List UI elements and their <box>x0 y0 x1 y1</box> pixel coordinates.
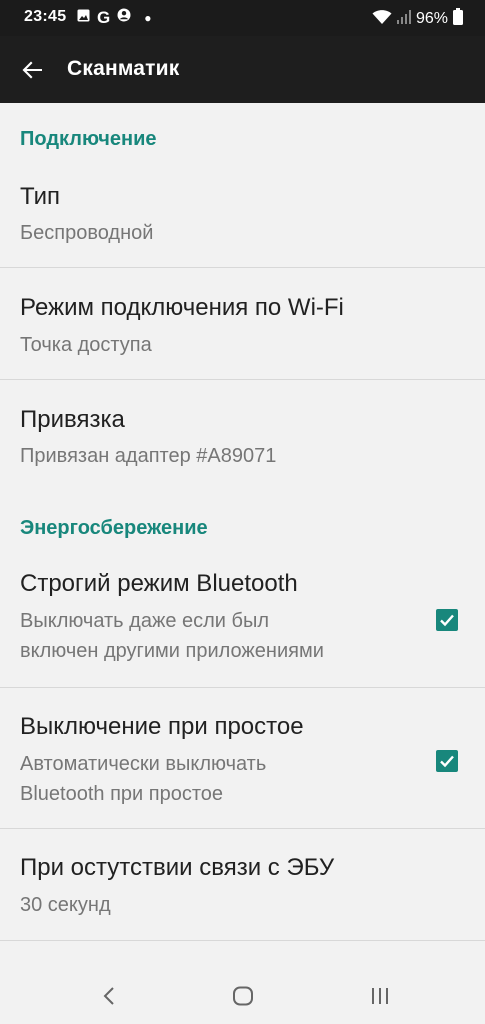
pref-connection-type[interactable]: Тип Беспроводной <box>0 167 485 268</box>
pref-title: Строгий режим Bluetooth <box>20 570 298 597</box>
pref-title: Выключение при простое <box>20 713 304 740</box>
page-title: Сканматик <box>67 57 180 80</box>
wifi-icon <box>372 9 392 30</box>
notification-icons: G ● <box>77 8 151 27</box>
account-icon <box>117 8 131 27</box>
nav-recents-icon[interactable] <box>366 984 394 1008</box>
strict-bluetooth-checkbox[interactable] <box>436 609 458 631</box>
pref-binding[interactable]: Привязка Привязан адаптер #A89071 <box>0 380 485 490</box>
back-arrow-icon[interactable] <box>18 56 46 84</box>
status-bar: 23:45 G ● 96% <box>0 0 485 36</box>
divider <box>0 940 485 941</box>
pref-summary: Привязан адаптер #A89071 <box>20 445 277 467</box>
pref-summary-line1: Выключать даже если был <box>20 610 270 632</box>
section-header-power: Энергосбережение <box>20 517 208 539</box>
signal-icon <box>396 9 411 29</box>
battery-icon <box>453 8 463 30</box>
pref-summary: Беспроводной <box>20 222 154 244</box>
nav-back-icon[interactable] <box>96 984 124 1008</box>
pref-wifi-mode[interactable]: Режим подключения по Wi-Fi Точка доступа <box>0 268 485 379</box>
pref-summary-line2: включен другими приложениями <box>20 640 324 662</box>
system-status-icons: 96% <box>372 8 463 30</box>
pref-summary-line1: Автоматически выключать <box>20 753 267 775</box>
google-icon: G <box>97 7 111 27</box>
status-time: 23:45 <box>24 8 67 25</box>
system-nav-bar <box>0 968 485 1024</box>
settings-list: Подключение Тип Беспроводной Режим подкл… <box>0 103 485 968</box>
nav-home-icon[interactable] <box>229 984 257 1008</box>
app-bar: Сканматик <box>0 36 485 103</box>
more-notifications-dot-icon: ● <box>144 10 152 25</box>
idle-shutdown-checkbox[interactable] <box>436 750 458 772</box>
pref-title: При остутствии связи с ЭБУ <box>20 854 335 881</box>
image-notification-icon <box>77 9 90 27</box>
pref-summary: Точка доступа <box>20 334 152 356</box>
pref-title: Тип <box>20 183 61 210</box>
battery-percent: 96% <box>415 10 448 27</box>
pref-strict-bluetooth[interactable]: Строгий режим Bluetooth Выключать даже е… <box>0 555 485 687</box>
section-header-connection: Подключение <box>20 128 157 150</box>
pref-idle-shutdown[interactable]: Выключение при простое Автоматически вык… <box>0 688 485 828</box>
pref-summary: 30 секунд <box>20 894 111 916</box>
pref-title: Режим подключения по Wi-Fi <box>20 294 344 321</box>
pref-ecu-timeout[interactable]: При остутствии связи с ЭБУ 30 секунд <box>0 829 485 940</box>
pref-title: Привязка <box>20 406 125 433</box>
pref-summary-line2: Bluetooth при простое <box>20 783 224 805</box>
